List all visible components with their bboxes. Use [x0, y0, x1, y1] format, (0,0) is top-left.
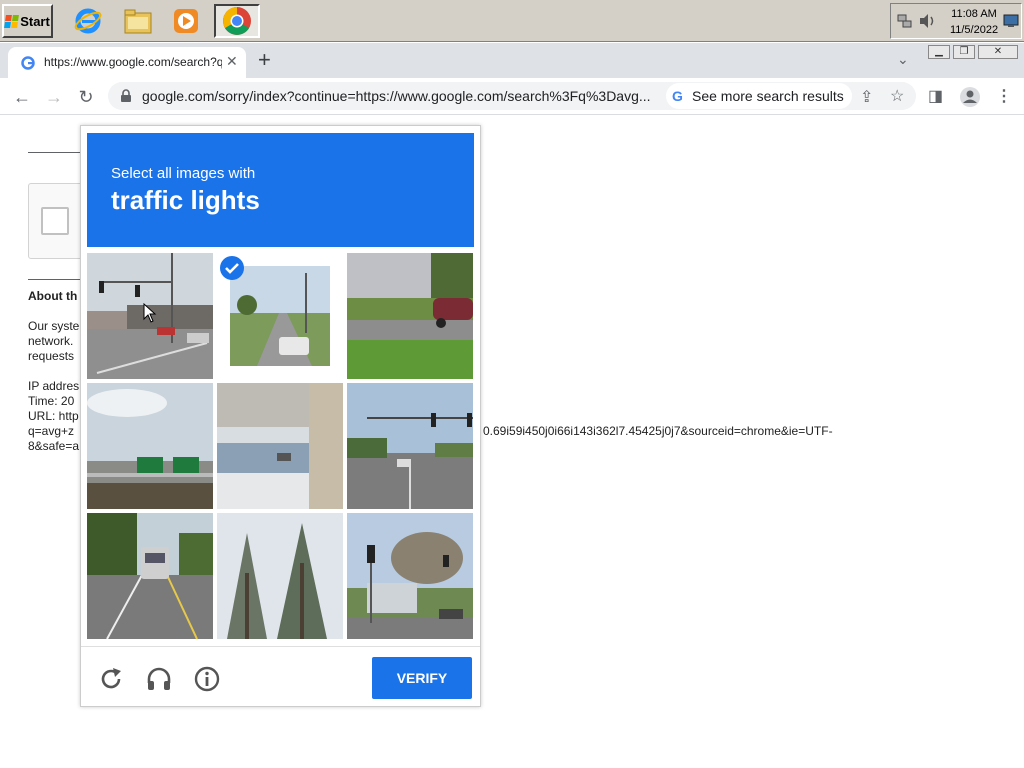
- captcha-tile-1[interactable]: [87, 253, 213, 379]
- start-label: Start: [20, 13, 50, 29]
- system-tray: 11:08 AM 11/5/2022: [890, 3, 1022, 39]
- audio-challenge-icon[interactable]: [145, 665, 173, 693]
- tab-title: https://www.google.com/search?q=: [44, 55, 222, 69]
- google-favicon-icon: [21, 56, 35, 70]
- chip-label: See more search results: [692, 88, 844, 104]
- tab-search-chevron-icon[interactable]: ⌄: [897, 51, 909, 68]
- restore-button[interactable]: ❐: [953, 45, 975, 59]
- see-more-results-chip[interactable]: G See more search results: [666, 83, 852, 109]
- mouse-cursor-icon: [143, 303, 157, 323]
- reload-challenge-icon[interactable]: [97, 665, 125, 693]
- google-g-icon: G: [672, 88, 683, 104]
- captcha-challenge: Select all images with traffic lights VE…: [80, 125, 481, 707]
- minimize-button[interactable]: ▁: [928, 45, 950, 59]
- recaptcha-widget: [28, 183, 84, 259]
- forward-arrow-icon[interactable]: →: [44, 87, 64, 107]
- info-line: Time: 20: [28, 394, 75, 408]
- address-url: google.com/sorry/index?continue=https://…: [142, 88, 651, 104]
- chrome-icon: [223, 7, 251, 35]
- chrome-taskbar-button[interactable]: [214, 4, 260, 38]
- new-tab-button[interactable]: +: [258, 48, 271, 72]
- media-player-taskbar-button[interactable]: [168, 4, 204, 38]
- captcha-instruction: Select all images with: [111, 165, 256, 182]
- network-icon[interactable]: [897, 13, 913, 29]
- close-tab-icon[interactable]: ✕: [226, 53, 238, 70]
- captcha-tile-4[interactable]: [87, 383, 213, 509]
- captcha-tile-6[interactable]: [347, 383, 473, 509]
- windows-logo-icon: [4, 14, 20, 28]
- selected-check-icon: [220, 256, 244, 280]
- address-bar[interactable]: google.com/sorry/index?continue=https://…: [108, 82, 916, 110]
- captcha-tile-8[interactable]: [217, 513, 343, 639]
- internet-explorer-taskbar-button[interactable]: [70, 4, 106, 38]
- info-line: URL: http: [28, 409, 79, 423]
- captcha-tile-9[interactable]: [347, 513, 473, 639]
- clock[interactable]: 11:08 AM 11/5/2022: [947, 6, 1001, 38]
- clock-time: 11:08 AM: [951, 8, 997, 20]
- about-heading: About th: [28, 289, 78, 303]
- tab-strip: https://www.google.com/search?q= ✕ + ⌄ ▁…: [0, 43, 1024, 78]
- taskbar: Start 11:08 AM 11/5/2022: [0, 0, 1024, 42]
- side-panel-icon[interactable]: ◨: [928, 86, 943, 106]
- profile-avatar-icon[interactable]: [959, 86, 981, 108]
- start-button[interactable]: Start: [2, 4, 53, 38]
- url-tail: 0.69i59i450j0i66i143i362l7.45425j0j7&sou…: [483, 424, 833, 438]
- reload-icon[interactable]: ↻: [76, 87, 96, 107]
- bookmark-star-icon[interactable]: ☆: [890, 86, 904, 106]
- captcha-tile-3[interactable]: [347, 253, 473, 379]
- volume-icon[interactable]: [919, 13, 937, 29]
- folder-icon: [124, 9, 152, 34]
- info-line: IP addres: [28, 379, 80, 393]
- show-desktop-icon[interactable]: [1003, 14, 1019, 28]
- body-line: Our syste: [28, 319, 80, 333]
- captcha-tile-7[interactable]: [87, 513, 213, 639]
- captcha-tile-2[interactable]: [217, 253, 343, 379]
- verify-button[interactable]: VERIFY: [372, 657, 472, 699]
- captcha-tile-5[interactable]: [217, 383, 343, 509]
- browser-toolbar: ← → ↻ google.com/sorry/index?continue=ht…: [0, 78, 1024, 115]
- media-player-icon: [174, 9, 198, 33]
- captcha-header: Select all images with traffic lights: [87, 133, 474, 247]
- share-icon[interactable]: ⇪: [860, 87, 873, 107]
- back-arrow-icon[interactable]: ←: [12, 87, 32, 107]
- recaptcha-checkbox[interactable]: [41, 207, 69, 235]
- divider: [28, 152, 88, 153]
- info-line: q=avg+z: [28, 424, 75, 438]
- captcha-target: traffic lights: [111, 185, 260, 215]
- close-window-button[interactable]: ✕: [978, 45, 1018, 59]
- lock-icon[interactable]: [120, 89, 132, 103]
- file-explorer-taskbar-button[interactable]: [120, 4, 156, 38]
- info-line: 8&safe=a: [28, 439, 80, 453]
- divider: [28, 279, 88, 280]
- body-line: network.: [28, 334, 74, 348]
- menu-kebab-icon[interactable]: ⋮: [996, 86, 1012, 106]
- captcha-footer: VERIFY: [81, 646, 480, 706]
- captcha-image-grid: [87, 253, 474, 640]
- internet-explorer-icon: [74, 8, 102, 34]
- help-info-icon[interactable]: [193, 665, 221, 693]
- browser-tab[interactable]: https://www.google.com/search?q= ✕: [8, 47, 246, 78]
- clock-date: 11/5/2022: [949, 24, 999, 36]
- body-line: requests: [28, 349, 75, 363]
